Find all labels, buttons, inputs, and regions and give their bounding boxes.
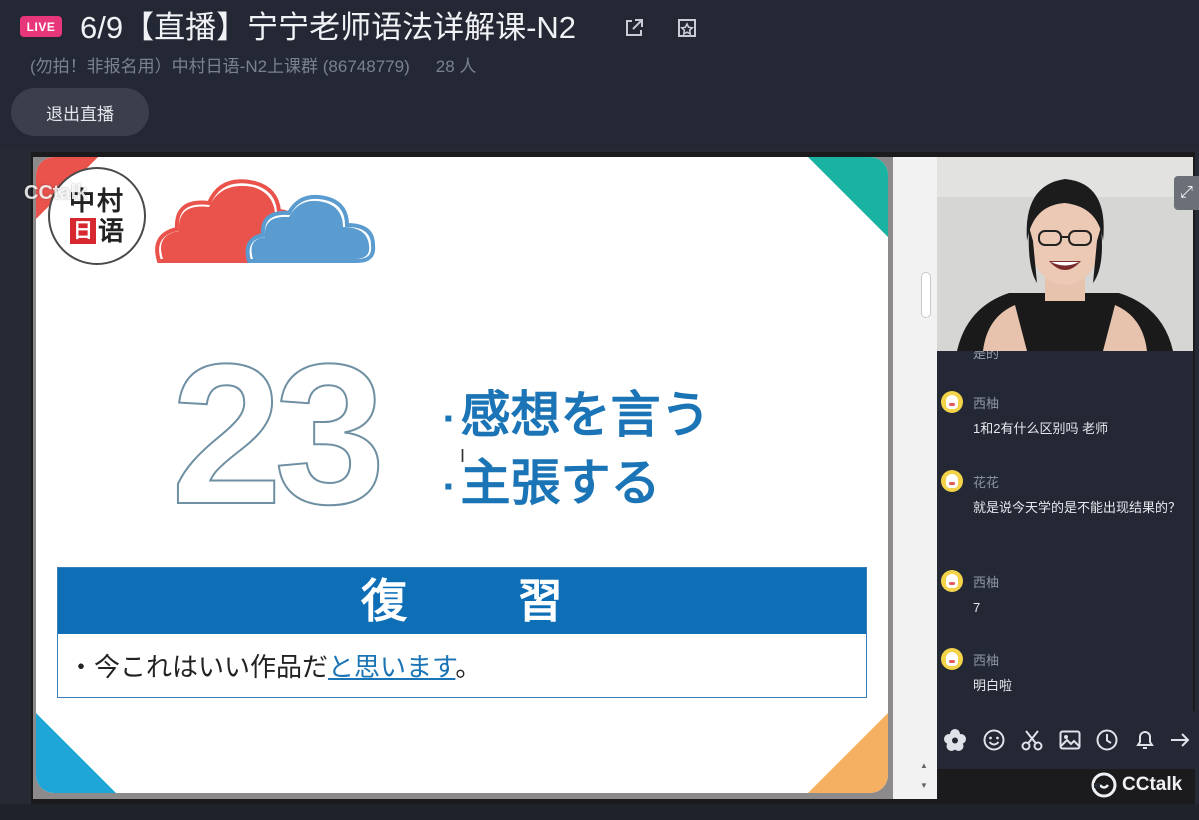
review-sentence: ・今これはいい作品だと思います。	[58, 634, 866, 697]
expand-video-icon[interactable]: ⤢	[1174, 176, 1199, 210]
live-badge: LIVE	[20, 16, 62, 37]
logo-text-bottom: 语	[97, 216, 124, 246]
flower-icon[interactable]	[942, 727, 968, 753]
chat-text: 7	[973, 600, 981, 615]
corner-decoration-teal	[808, 157, 888, 237]
chat-username[interactable]: 西柚	[973, 393, 999, 412]
review-suffix: 。	[455, 652, 482, 682]
chat-text: 1和2有什么区别吗 老师	[973, 421, 1109, 436]
chat-panel[interactable]: 是的 西柚 1和2有什么区别吗 老师 花花 就是说今天学的是不能出现结果的？ 西…	[937, 351, 1193, 711]
arrow-right-icon[interactable]	[1167, 727, 1193, 753]
clipped-message: 是的	[973, 351, 1000, 361]
text-cursor-icon: I	[460, 446, 466, 466]
scroll-thumb[interactable]	[921, 272, 931, 318]
group-info: (勿拍！非报名用）中村日语-N2上课群 (86748779) 28 人	[30, 52, 476, 77]
lesson-number: 23	[170, 323, 386, 546]
scroll-up-arrow-icon[interactable]: ▲	[920, 761, 928, 770]
cctalk-watermark: CCtalk	[24, 182, 88, 204]
slide-scrollbar[interactable]: ▲ ▼	[893, 157, 937, 799]
cctalk-logo-text: CCtalk	[1122, 774, 1183, 795]
scissors-icon[interactable]	[1019, 727, 1045, 753]
courseware-slide: 中村 日语 23 ▪ 感想を言う ▪ 主張する I 復習 ・今これはいい作品だと思い…	[36, 157, 888, 793]
teacher-video-feed	[937, 157, 1193, 351]
chat-text: 明白啦	[973, 678, 1013, 693]
user-avatar[interactable]	[941, 391, 963, 413]
topic-text: 感想を言う	[460, 387, 711, 443]
bell-icon[interactable]	[1132, 727, 1158, 753]
exit-live-button[interactable]: 退出直播	[11, 88, 149, 136]
cctalk-logo: CCtalk	[1090, 770, 1182, 800]
clock-icon[interactable]	[1094, 727, 1120, 753]
clouds-illustration	[155, 179, 376, 263]
scroll-down-arrow-icon[interactable]: ▼	[920, 781, 928, 790]
user-avatar[interactable]	[941, 570, 963, 592]
cctalk-logo-icon	[1091, 772, 1117, 798]
favorite-icon[interactable]	[675, 16, 699, 40]
user-avatar[interactable]	[941, 470, 963, 492]
chat-username[interactable]: 西柚	[973, 650, 999, 669]
logo-text-red: 日	[69, 218, 96, 244]
review-box: 復習 ・今これはいい作品だと思います。	[57, 567, 867, 698]
topic-item: ▪ 感想を言う	[444, 385, 711, 449]
review-highlight: と思います	[328, 652, 456, 682]
teacher-video	[937, 157, 1193, 351]
user-avatar[interactable]	[941, 648, 963, 670]
image-icon[interactable]	[1057, 727, 1083, 753]
member-count: 28 人	[435, 57, 477, 76]
corner-decoration-orange	[808, 713, 888, 793]
page-title: 6/9【直播】宁宁老师语法详解课-N2	[80, 10, 577, 45]
review-title: 復習	[58, 568, 866, 634]
topic-item: ▪ 主張する	[444, 453, 661, 517]
corner-decoration-cyan	[36, 713, 116, 793]
chat-username[interactable]: 花花	[973, 472, 999, 491]
share-icon[interactable]	[622, 16, 646, 40]
live-class-window: LIVE 6/9【直播】宁宁老师语法详解课-N2 (勿拍！非报名用）中村日语-N…	[0, 0, 1199, 820]
bottom-bar	[0, 804, 1199, 820]
group-name: (勿拍！非报名用）中村日语-N2上课群 (86748779)	[30, 57, 410, 76]
chat-toolbar	[937, 711, 1199, 769]
emoji-icon[interactable]	[981, 727, 1007, 753]
topic-bullet: ▪	[444, 472, 453, 500]
chat-username[interactable]: 西柚	[973, 572, 999, 591]
topic-bullet: ▪	[444, 404, 453, 432]
chat-text: 就是说今天学的是不能出现结果的？	[973, 500, 1182, 515]
topic-text: 主張する	[460, 455, 661, 511]
review-prefix: ・今これはいい作品だ	[68, 652, 329, 682]
